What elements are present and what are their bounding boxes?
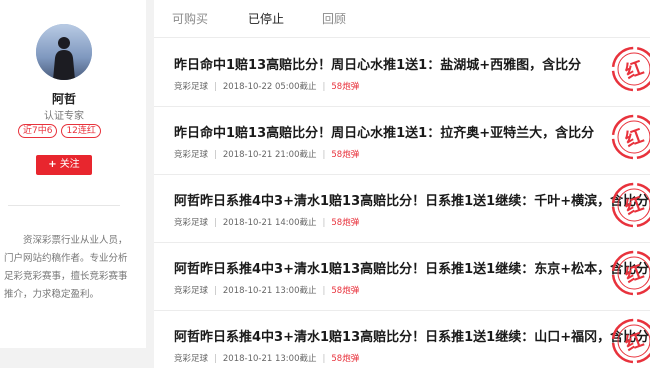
streak-badge: 12连红 bbox=[61, 124, 101, 138]
separator: | bbox=[322, 82, 326, 92]
list-item[interactable]: 昨日命中1赔13高赔比分！周日心水推1送1：拉齐奥+亚特兰大，含比分 竞彩足球 |… bbox=[154, 107, 650, 175]
red-hit-stamp-icon: 红 bbox=[610, 181, 650, 229]
separator: | bbox=[214, 354, 217, 364]
list-item[interactable]: 昨日命中1赔13高赔比分！周日心水推1送1：盐湖城+西雅图，含比分 竞彩足球 | 2… bbox=[154, 39, 650, 107]
article-deadline: 2018-10-21 21:00截止 bbox=[222, 150, 317, 160]
article-price: 58炮弹 bbox=[331, 286, 360, 296]
tab-stopped[interactable]: 已停止 bbox=[248, 10, 284, 27]
article-price: 58炮弹 bbox=[331, 354, 360, 364]
follow-button[interactable]: + 关注 bbox=[36, 155, 92, 175]
divider bbox=[8, 205, 120, 206]
status-tabs: 可购买 已停止 回顾 bbox=[154, 0, 650, 38]
svg-text:红: 红 bbox=[622, 329, 646, 356]
follow-label: 关注 bbox=[59, 159, 80, 170]
separator: | bbox=[214, 150, 217, 160]
article-category: 竞彩足球 bbox=[174, 82, 209, 92]
separator: | bbox=[214, 218, 217, 228]
article-title[interactable]: 阿哲昨日系推4中3+清水1赔13高赔比分！日系推1送1继续：山口+福冈，含比分 bbox=[174, 326, 649, 345]
article-price: 58炮弹 bbox=[331, 218, 360, 228]
svg-text:红: 红 bbox=[622, 193, 646, 220]
article-category: 竞彩足球 bbox=[174, 354, 209, 364]
article-deadline: 2018-10-21 13:00截止 bbox=[222, 286, 317, 296]
separator: | bbox=[322, 150, 326, 160]
article-title[interactable]: 阿哲昨日系推4中3+清水1赔13高赔比分！日系推1送1继续：东京+松本，含比分 bbox=[174, 258, 649, 277]
article-list-panel: 可购买 已停止 回顾 昨日命中1赔13高赔比分！周日心水推1送1：盐湖城+西雅图… bbox=[154, 0, 650, 368]
plus-icon: + bbox=[48, 159, 57, 170]
article-meta: 竞彩足球 | 2018-10-21 14:00截止 | 58炮弹 bbox=[174, 216, 474, 228]
record-badges: 近7中6 12连红 bbox=[18, 124, 118, 138]
separator: | bbox=[322, 354, 326, 364]
list-item[interactable]: 阿哲昨日系推4中3+清水1赔13高赔比分！日系推1送1继续：东京+松本，含比分 … bbox=[154, 243, 650, 311]
recent-record-badge: 近7中6 bbox=[18, 124, 58, 138]
author-bio: 资深彩票行业从业人员，门户网站约稿作者。专业分析足彩竞彩赛事，擅长竞彩赛事推介，… bbox=[4, 235, 128, 300]
list-item[interactable]: 阿哲昨日系推4中3+清水1赔13高赔比分！日系推1送1继续：千叶+横滨，含比分 … bbox=[154, 175, 650, 243]
separator: | bbox=[214, 82, 217, 92]
article-meta: 竞彩足球 | 2018-10-22 05:00截止 | 58炮弹 bbox=[174, 80, 474, 92]
article-category: 竞彩足球 bbox=[174, 150, 209, 160]
separator: | bbox=[214, 286, 217, 296]
avatar[interactable] bbox=[36, 24, 92, 80]
article-meta: 竞彩足球 | 2018-10-21 13:00截止 | 58炮弹 bbox=[174, 284, 474, 296]
article-meta: 竞彩足球 | 2018-10-21 21:00截止 | 58炮弹 bbox=[174, 148, 474, 160]
tab-review[interactable]: 回顾 bbox=[322, 10, 346, 27]
list-item[interactable]: 阿哲昨日系推4中3+清水1赔13高赔比分！日系推1送1继续：山口+福冈，含比分 … bbox=[154, 311, 650, 368]
article-title[interactable]: 昨日命中1赔13高赔比分！周日心水推1送1：盐湖城+西雅图，含比分 bbox=[174, 54, 634, 73]
article-category: 竞彩足球 bbox=[174, 286, 209, 296]
svg-text:红: 红 bbox=[622, 261, 646, 288]
separator: | bbox=[322, 286, 326, 296]
red-hit-stamp-icon: 红 bbox=[610, 249, 650, 297]
article-meta: 竞彩足球 | 2018-10-21 13:00截止 | 58炮弹 bbox=[174, 352, 474, 364]
svg-text:红: 红 bbox=[622, 57, 646, 84]
avatar-photo bbox=[36, 24, 92, 80]
author-name: 阿哲 bbox=[51, 92, 76, 106]
article-price: 58炮弹 bbox=[331, 150, 360, 160]
article-deadline: 2018-10-21 14:00截止 bbox=[222, 218, 317, 228]
author-title: 认证专家 bbox=[44, 111, 84, 122]
red-hit-stamp-icon: 红 bbox=[610, 45, 650, 93]
article-category: 竞彩足球 bbox=[174, 218, 209, 228]
article-title[interactable]: 阿哲昨日系推4中3+清水1赔13高赔比分！日系推1送1继续：千叶+横滨，含比分 bbox=[174, 190, 649, 209]
article-deadline: 2018-10-21 13:00截止 bbox=[222, 354, 317, 364]
red-hit-stamp-icon: 红 bbox=[610, 113, 650, 161]
author-profile-card: 阿哲 认证专家 近7中6 12连红 + 关注 资深彩票行业从业人员，门户网站约稿作… bbox=[0, 0, 146, 348]
separator: | bbox=[322, 218, 326, 228]
article-price: 58炮弹 bbox=[331, 82, 360, 92]
tab-available[interactable]: 可购买 bbox=[172, 10, 208, 27]
svg-text:红: 红 bbox=[622, 125, 646, 152]
article-title[interactable]: 昨日命中1赔13高赔比分！周日心水推1送1：拉齐奥+亚特兰大，含比分 bbox=[174, 122, 634, 141]
article-deadline: 2018-10-22 05:00截止 bbox=[222, 82, 317, 92]
red-hit-stamp-icon: 红 bbox=[610, 317, 650, 365]
